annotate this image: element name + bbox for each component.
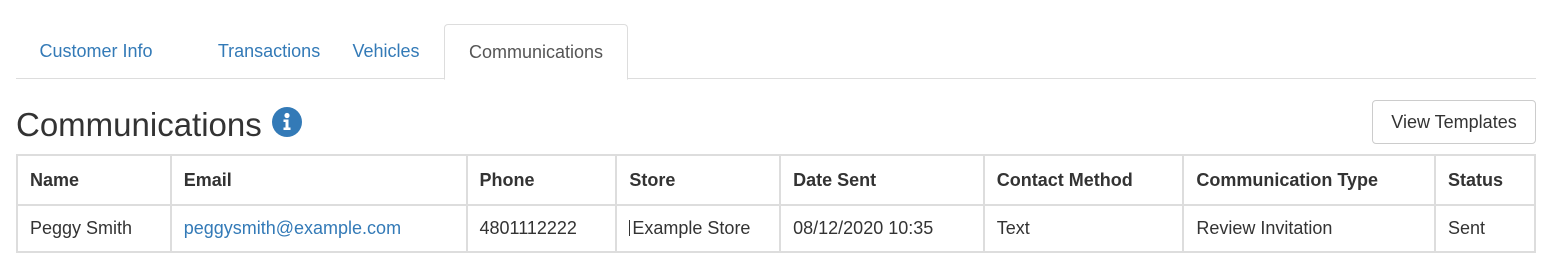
cell-phone: 4801112222 <box>465 204 618 253</box>
communications-table: Name Email Phone Store Date Sent Contact… <box>16 154 1536 253</box>
tab-vehicles[interactable]: Vehicles <box>334 24 438 79</box>
cell-name: Peggy Smith <box>16 204 172 253</box>
table-header-row: Name Email Phone Store Date Sent Contact… <box>16 154 1536 206</box>
column-header-status[interactable]: Status <box>1434 154 1536 206</box>
cell-contact-method: Text <box>982 204 1185 253</box>
section-heading: Communications <box>16 100 302 150</box>
column-header-name[interactable]: Name <box>16 154 172 206</box>
column-header-communication-type[interactable]: Communication Type <box>1182 154 1437 206</box>
tab-customer-info[interactable]: Customer Info <box>16 24 176 79</box>
email-link[interactable]: peggysmith@example.com <box>184 218 401 238</box>
table-row: Peggy Smith peggysmith@example.com 48011… <box>16 204 1536 253</box>
column-header-phone[interactable]: Phone <box>465 154 618 206</box>
cell-status: Sent <box>1434 204 1536 253</box>
page-title: Communications <box>16 106 262 143</box>
text-cursor <box>629 220 631 236</box>
column-header-contact-method[interactable]: Contact Method <box>982 154 1185 206</box>
column-header-date-sent[interactable]: Date Sent <box>779 154 985 206</box>
tab-transactions[interactable]: Transactions <box>180 24 358 79</box>
store-name: Example Store <box>632 218 751 238</box>
cell-communication-type: Review Invitation <box>1182 204 1437 253</box>
tab-bar: Customer Info Transactions Vehicles Comm… <box>16 24 1536 80</box>
view-templates-button[interactable]: View Templates <box>1372 100 1536 144</box>
tab-communications[interactable]: Communications <box>444 24 628 80</box>
customer-detail-page: Customer Info Transactions Vehicles Comm… <box>0 0 1552 270</box>
cell-store: Example Store <box>615 204 782 253</box>
column-header-store[interactable]: Store <box>615 154 782 206</box>
info-circle-icon[interactable] <box>271 107 302 137</box>
cell-email: peggysmith@example.com <box>169 204 468 253</box>
column-header-email[interactable]: Email <box>169 154 468 206</box>
cell-date-sent: 08/12/2020 10:35 <box>779 204 985 253</box>
